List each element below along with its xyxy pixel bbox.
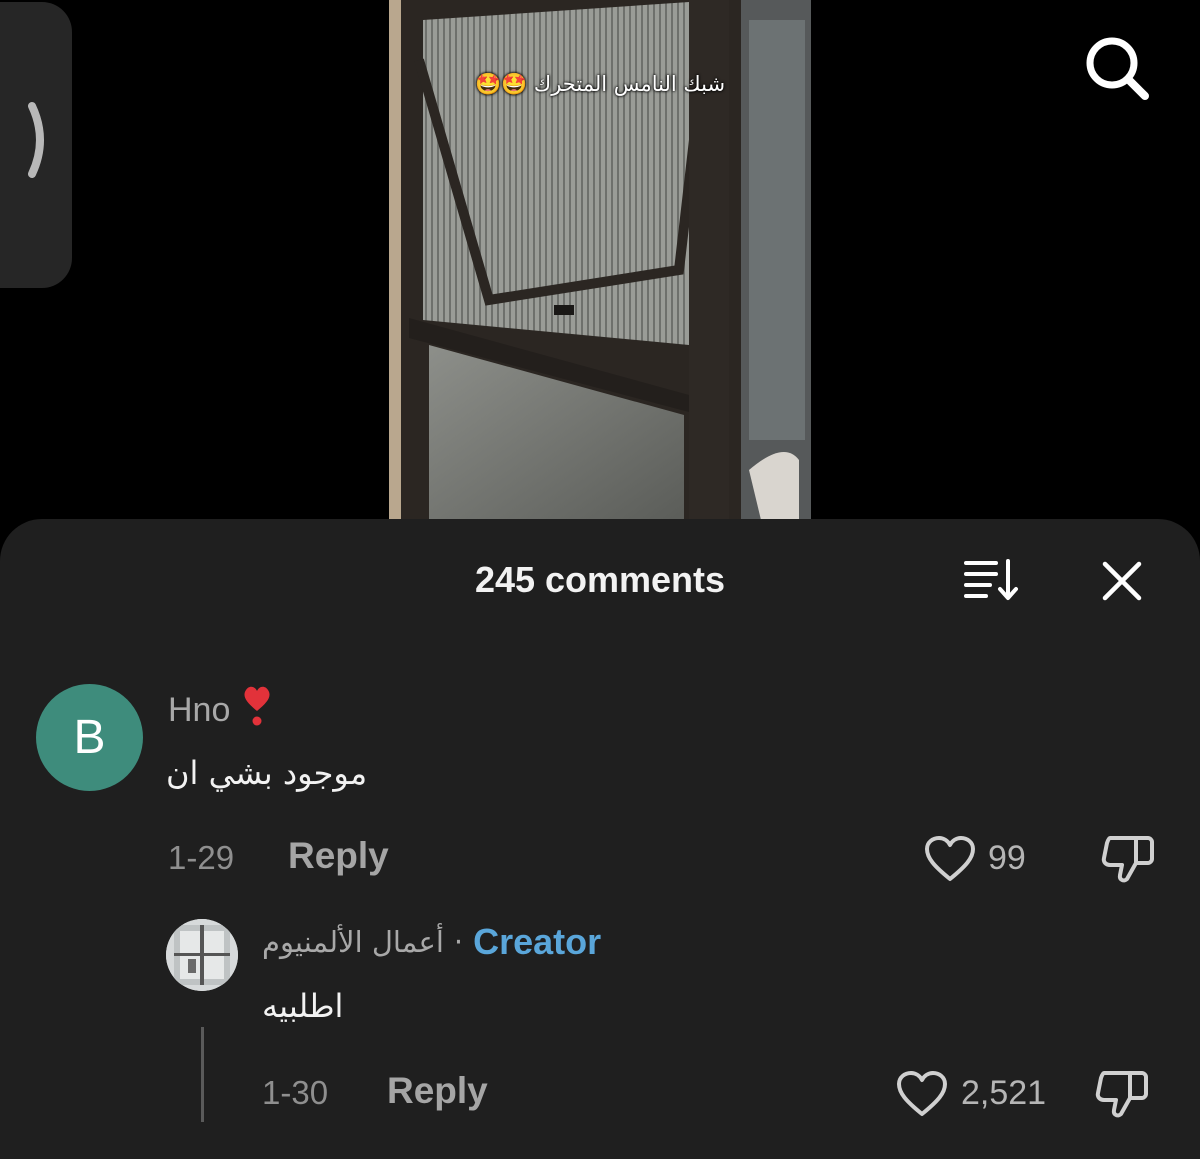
comments-sheet: 245 comments B Hno موجود بشي ان 1-29 Rep… [0,519,1200,1159]
side-panel-tab[interactable] [0,2,72,288]
creator-badge: Creator [473,921,602,962]
close-icon [1102,561,1142,601]
reply-date: 1-30 [262,1074,329,1111]
reply-like-button[interactable] [896,1070,948,1122]
username-text: Hno [168,691,231,729]
heart-exclamation-icon [240,684,274,737]
chevron-right-icon [28,102,44,178]
separator-dot: · [453,925,464,959]
reply-text: اطلبيه [262,987,344,1025]
video-frame[interactable]: شبك النامس المتحرك 🤩🤩 [389,0,811,520]
thumbs-down-icon [1101,836,1154,883]
thumbs-down-icon [1095,1071,1148,1118]
dislike-button[interactable] [1100,833,1156,889]
creator-avatar[interactable] [166,919,238,991]
avatar-letter: B [73,711,106,764]
reply-to-reply-button[interactable]: Reply [387,1070,488,1112]
reply-author-line: أعمال الألمنيوم · Creator [262,921,601,963]
heart-outline-icon [897,1071,947,1116]
reply-like-count: 2,521 [961,1074,1047,1112]
thread-line [201,1027,204,1122]
comment-date: 1-29 [168,839,235,876]
like-button[interactable] [924,835,976,887]
video-area[interactable]: شبك النامس المتحرك 🤩🤩 [0,0,1200,520]
reply-author-name[interactable]: أعمال الألمنيوم [262,925,444,959]
comment-text: موجود بشي ان [166,754,368,792]
avatar[interactable]: B [36,684,143,791]
video-caption: شبك النامس المتحرك 🤩🤩 [474,72,726,96]
search-button[interactable] [1082,33,1152,103]
like-count: 99 [988,839,1026,877]
comment-username[interactable]: Hno [168,684,274,737]
sort-button[interactable] [962,557,1022,603]
sort-icon [964,559,1018,600]
reply-button[interactable]: Reply [288,835,389,877]
close-button[interactable] [1100,559,1144,603]
reply-dislike-button[interactable] [1094,1068,1150,1124]
search-icon [1086,37,1149,100]
creator-avatar-image [166,919,238,991]
heart-outline-icon [925,836,975,881]
